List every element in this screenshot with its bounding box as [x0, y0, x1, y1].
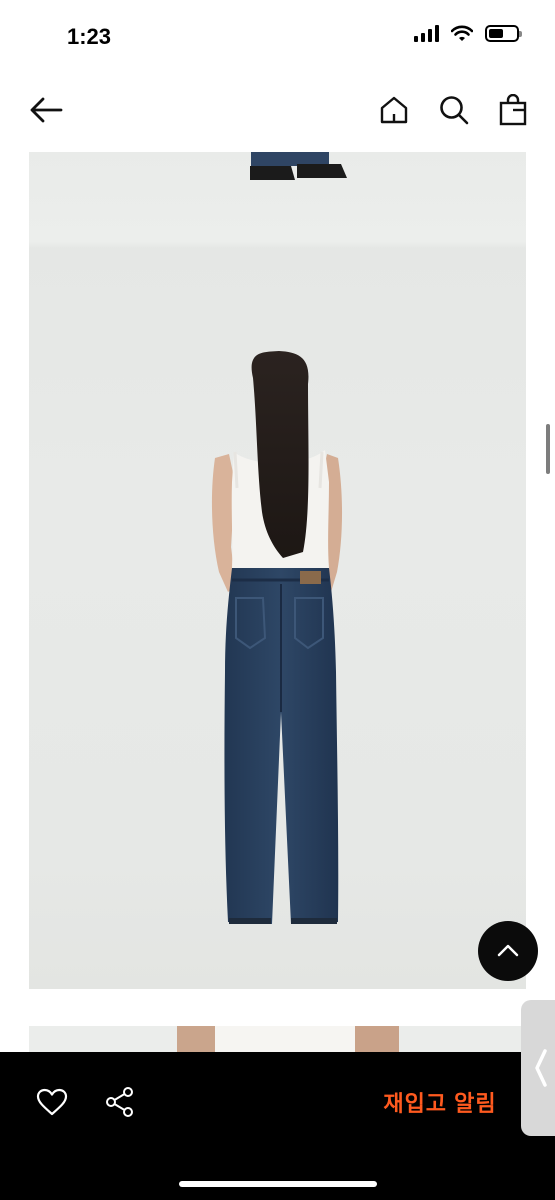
bottom-action-bar: 재입고 알림	[0, 1052, 555, 1200]
share-icon	[106, 1087, 133, 1117]
chevron-left-icon	[535, 1049, 547, 1087]
scroll-top-button[interactable]	[478, 921, 538, 981]
home-icon	[380, 96, 408, 124]
home-indicator	[179, 1181, 377, 1187]
shopping-bag-icon	[499, 94, 527, 126]
product-image	[29, 152, 526, 989]
home-button[interactable]	[376, 92, 412, 128]
battery-icon	[485, 24, 522, 42]
wifi-icon	[451, 25, 473, 41]
status-icons	[414, 24, 522, 42]
product-image-art	[211, 152, 347, 924]
nav-bar	[0, 80, 555, 140]
status-time: 1:23	[67, 24, 112, 49]
arrow-left-icon	[30, 97, 63, 123]
share-button[interactable]	[102, 1084, 138, 1120]
signal-icon	[414, 24, 439, 42]
search-button[interactable]	[436, 92, 472, 128]
restock-alert-button[interactable]: 재입고 알림	[360, 1080, 520, 1124]
side-panel-tab[interactable]	[521, 1000, 555, 1136]
bag-button[interactable]	[495, 92, 531, 128]
chevron-up-icon	[497, 944, 519, 957]
search-icon	[440, 96, 469, 125]
heart-icon	[36, 1088, 68, 1116]
back-button[interactable]	[28, 92, 64, 128]
status-bar: 1:23	[0, 0, 555, 75]
scroll-indicator[interactable]	[546, 424, 550, 474]
wishlist-button[interactable]	[33, 1084, 71, 1120]
